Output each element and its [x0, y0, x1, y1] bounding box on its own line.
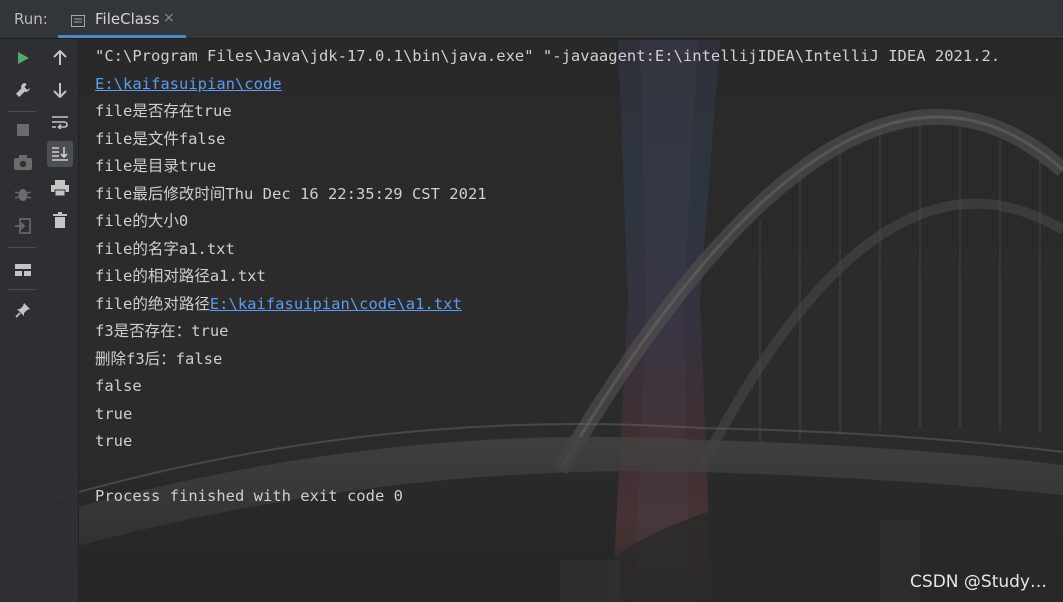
- console-line: file的绝对路径E:\kaifasuipian\code\a1.txt: [95, 291, 1000, 319]
- print-icon[interactable]: [47, 175, 73, 201]
- exit-icon[interactable]: [10, 213, 36, 239]
- rerun-icon[interactable]: [10, 45, 36, 71]
- console-line-text: Process finished with exit code 0: [95, 487, 403, 505]
- console-path-link[interactable]: E:\kaifasuipian\code: [95, 75, 282, 93]
- stop-icon[interactable]: [10, 117, 36, 143]
- console-line: file最后修改时间Thu Dec 16 22:35:29 CST 2021: [95, 181, 1000, 209]
- console-line: E:\kaifasuipian\code: [95, 71, 1000, 99]
- arrow-up-icon[interactable]: [47, 45, 73, 71]
- tab-close-icon[interactable]: ×: [163, 10, 175, 26]
- run-toolbar-secondary: [44, 39, 79, 602]
- trash-icon[interactable]: [47, 207, 73, 233]
- toolbar-separator: [8, 289, 36, 290]
- console-line-text: true: [95, 432, 133, 450]
- run-tab-bar: Run: FileClass ×: [0, 0, 1063, 39]
- camera-icon[interactable]: [10, 149, 36, 175]
- console-line-text: file是文件false: [95, 129, 226, 148]
- console-tab-icon: [71, 12, 85, 27]
- console-line: false: [95, 373, 1000, 401]
- wrench-icon[interactable]: [10, 77, 36, 103]
- pin-icon[interactable]: [10, 297, 36, 323]
- console-output[interactable]: "C:\Program Files\Java\jdk-17.0.1\bin\ja…: [79, 39, 1063, 602]
- bug-icon[interactable]: [10, 181, 36, 207]
- toolbar-separator: [8, 247, 36, 248]
- console-line: true: [95, 428, 1000, 456]
- soft-wrap-icon[interactable]: [47, 109, 73, 135]
- console-line-text: "C:\Program Files\Java\jdk-17.0.1\bin\ja…: [95, 47, 1001, 65]
- layout-icon[interactable]: [10, 257, 36, 283]
- console-line: file的相对路径a1.txt: [95, 263, 1000, 291]
- console-line-text: true: [95, 404, 133, 423]
- console-line-text: f3是否存在：true: [95, 322, 229, 340]
- console-line: file是文件false: [95, 126, 1000, 154]
- watermark: CSDN @Study…: [910, 572, 1047, 592]
- console-line-text: 删除f3后：false: [95, 349, 223, 368]
- console-line-text: file的大小0: [95, 212, 189, 230]
- run-label: Run:: [14, 10, 48, 28]
- toolbar-separator: [8, 111, 36, 112]
- console-line-text: file的相对路径a1.txt: [95, 267, 266, 285]
- scroll-to-end-icon[interactable]: [47, 141, 73, 167]
- console-line-text: file是否存在true: [95, 102, 232, 120]
- console-line-text: false: [95, 377, 142, 395]
- arrow-down-icon[interactable]: [47, 77, 73, 103]
- tab-fileclass[interactable]: FileClass ×: [58, 0, 186, 38]
- console-line: file是否存在true: [95, 98, 1000, 126]
- console-line: "C:\Program Files\Java\jdk-17.0.1\bin\ja…: [95, 43, 1000, 71]
- console-line: 删除f3后：false: [95, 346, 1000, 374]
- console-line-text: file的名字a1.txt: [95, 239, 235, 258]
- console-line-text: file最后修改时间Thu Dec 16 22:35:29 CST 2021: [95, 184, 487, 203]
- console-line-text: file的绝对路径: [95, 294, 210, 313]
- console-line: file是目录true: [95, 153, 1000, 181]
- console-line: f3是否存在：true: [95, 318, 1000, 346]
- console-line: Process finished with exit code 0: [95, 483, 1000, 511]
- console-path-link[interactable]: E:\kaifasuipian\code\a1.txt: [210, 295, 462, 313]
- run-toolbar-primary: [0, 39, 44, 602]
- tab-title: FileClass: [95, 10, 160, 28]
- console-line: file的大小0: [95, 208, 1000, 236]
- console-lines: "C:\Program Files\Java\jdk-17.0.1\bin\ja…: [95, 43, 1000, 511]
- console-line: true: [95, 401, 1000, 429]
- console-line-text: file是目录true: [95, 157, 217, 175]
- console-line: file的名字a1.txt: [95, 236, 1000, 264]
